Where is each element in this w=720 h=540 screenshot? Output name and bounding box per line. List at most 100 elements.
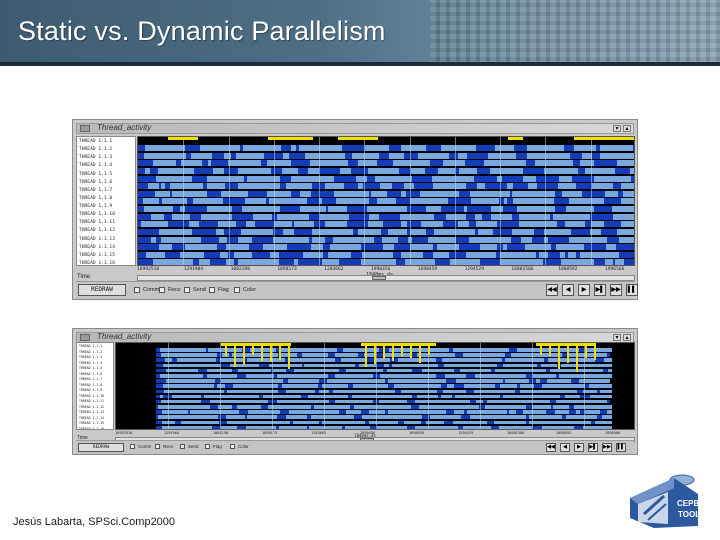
- running-segment: [281, 384, 319, 388]
- event-tick: [288, 346, 290, 370]
- running-segment: [438, 167, 455, 174]
- running-segment: [479, 244, 497, 251]
- running-segment: [605, 244, 617, 251]
- fast-forward-button[interactable]: ▶▶: [610, 284, 622, 296]
- running-segment: [462, 425, 491, 429]
- running-segment: [281, 167, 299, 174]
- running-segment: [388, 152, 405, 159]
- running-segment: [267, 405, 311, 409]
- time-gridline: [454, 137, 456, 265]
- thread-label: THREAD 1.1.14: [79, 415, 104, 420]
- running-segment: [512, 190, 555, 197]
- checkbox-box[interactable]: [209, 287, 215, 293]
- checkbox-color[interactable]: Color: [234, 287, 256, 293]
- checkbox-box[interactable]: [155, 444, 160, 449]
- thread-activity-plot[interactable]: [115, 342, 635, 430]
- checkbox-box[interactable]: [159, 287, 165, 293]
- running-segment: [145, 251, 165, 258]
- running-segment: [437, 244, 460, 251]
- running-segment: [215, 228, 225, 235]
- running-segment: [285, 415, 308, 420]
- running-segment: [542, 384, 586, 388]
- checkbox-box[interactable]: [130, 444, 135, 449]
- checkbox-flag[interactable]: Flag: [205, 444, 222, 449]
- maximize-icon[interactable]: ▴: [623, 125, 631, 132]
- time-gridline: [428, 343, 429, 429]
- window-titlebar[interactable]: Thread_activity ▾ ▴: [76, 123, 634, 134]
- checkbox-send[interactable]: Send: [180, 444, 199, 449]
- play-button[interactable]: ▶: [578, 284, 590, 296]
- running-segment: [303, 363, 355, 368]
- thread-activity-plot[interactable]: [137, 136, 635, 266]
- rewind-button[interactable]: ◀◀: [546, 443, 556, 452]
- time-tick-label: 1294529: [458, 431, 474, 435]
- running-segment: [241, 228, 273, 235]
- running-segment: [365, 145, 390, 152]
- fast-forward-button[interactable]: ▶▶: [602, 443, 612, 452]
- event-tick: [243, 346, 245, 366]
- running-segment: [619, 236, 634, 243]
- running-segment: [585, 348, 612, 352]
- running-segment: [493, 420, 526, 425]
- thread-row: [156, 379, 611, 383]
- checkbox-box[interactable]: [230, 444, 235, 449]
- logo-text-line-1: CEPBA: [677, 499, 704, 508]
- play-button[interactable]: ▶: [574, 443, 584, 452]
- checkbox-box[interactable]: [184, 287, 190, 293]
- running-segment: [212, 167, 225, 174]
- running-segment: [591, 221, 605, 228]
- redraw-button[interactable]: REDRAW: [78, 284, 126, 296]
- running-segment: [288, 358, 336, 362]
- checkbox-box[interactable]: [180, 444, 185, 449]
- checkbox-label: Recv: [168, 287, 181, 293]
- running-segment: [282, 152, 290, 159]
- minimize-icon[interactable]: ▾: [613, 334, 621, 341]
- running-segment: [415, 399, 471, 404]
- running-segment: [484, 160, 526, 167]
- checkbox-label: Color: [238, 444, 249, 449]
- running-segment: [387, 368, 413, 373]
- minimize-icon[interactable]: ▾: [613, 125, 621, 132]
- time-gridline: [590, 137, 592, 265]
- checkbox-flag[interactable]: Flag: [209, 287, 229, 293]
- event-tick: [585, 346, 587, 359]
- thread-row: [156, 358, 612, 362]
- running-segment: [190, 152, 213, 159]
- thread-label: THREAD 1.1.5: [79, 366, 103, 370]
- checkbox-color[interactable]: Color: [230, 444, 249, 449]
- running-segment: [401, 145, 427, 152]
- thread-label: THREAD 1.1.4: [79, 360, 103, 365]
- time-scrollbar-thumb[interactable]: [372, 276, 387, 280]
- running-segment: [190, 410, 239, 414]
- rewind-button[interactable]: ◀◀: [546, 284, 558, 296]
- thread-label: THREAD 1.1.8: [79, 195, 113, 201]
- checkbox-box[interactable]: [205, 444, 210, 449]
- step-forward-button[interactable]: ▶▌: [588, 443, 598, 452]
- checkbox-comm[interactable]: Comm: [130, 444, 151, 449]
- checkbox-box[interactable]: [134, 287, 140, 293]
- running-segment: [410, 228, 427, 235]
- window-menu-icon[interactable]: [80, 334, 90, 341]
- pause-button[interactable]: ▌▌: [616, 443, 626, 452]
- running-segment: [465, 251, 496, 258]
- redraw-button[interactable]: REDRAW: [78, 443, 124, 452]
- running-segment: [162, 384, 214, 388]
- maximize-icon[interactable]: ▴: [623, 334, 631, 341]
- checkbox-comm[interactable]: Comm: [134, 287, 159, 293]
- pause-button[interactable]: ▌▌: [626, 284, 638, 296]
- time-gridline: [409, 137, 411, 265]
- running-segment: [410, 198, 448, 205]
- running-segment: [169, 183, 204, 190]
- event-tick: [410, 346, 412, 358]
- thread-row: [138, 198, 634, 205]
- window-menu-icon[interactable]: [80, 125, 90, 132]
- step-back-button[interactable]: ◀: [562, 284, 574, 296]
- running-segment: [243, 145, 281, 152]
- checkbox-recv[interactable]: Recv: [155, 444, 173, 449]
- running-segment: [605, 190, 618, 197]
- checkbox-recv[interactable]: Recv: [159, 287, 181, 293]
- step-back-button[interactable]: ◀: [560, 443, 570, 452]
- checkbox-send[interactable]: Send: [184, 287, 206, 293]
- step-forward-button[interactable]: ▶▌: [594, 284, 606, 296]
- checkbox-box[interactable]: [234, 287, 240, 293]
